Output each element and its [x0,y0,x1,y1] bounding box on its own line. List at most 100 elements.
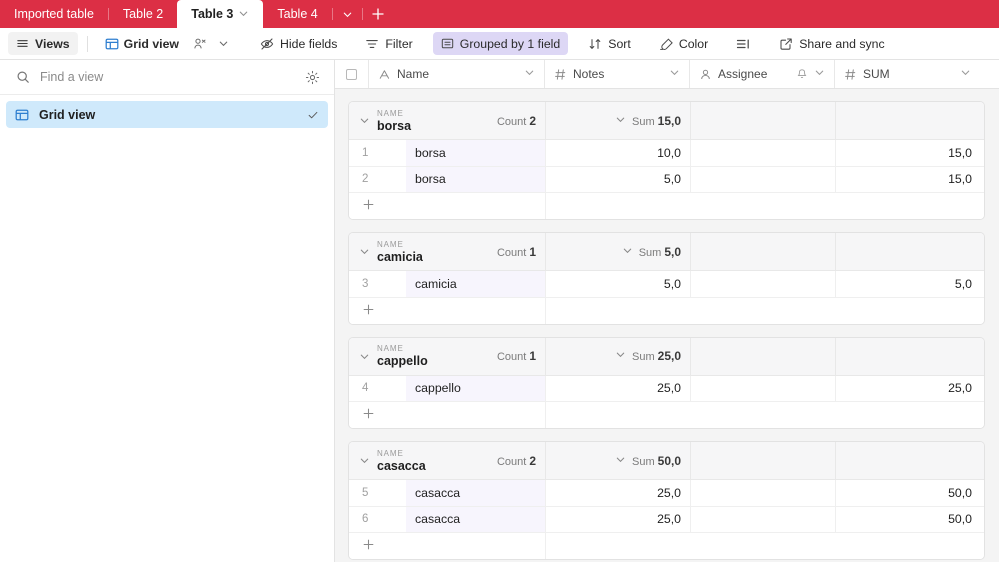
share-and-sync-button[interactable]: Share and sync [771,32,892,55]
filter-button[interactable]: Filter [357,32,420,55]
group-notes-sum: Sum 50,0 [632,453,681,468]
group-collapse-toggle[interactable] [358,246,370,257]
group-sum-summary-cell[interactable] [836,233,981,270]
cell-name[interactable]: camicia [406,271,546,297]
tab-overflow-chevron-icon[interactable] [333,0,362,28]
add-table-button[interactable] [363,0,393,28]
color-label: Color [678,36,709,51]
group-assignee-summary-cell[interactable] [691,337,836,375]
tab-imported-table[interactable]: Imported table [0,0,108,28]
chevron-down-icon[interactable] [960,67,971,81]
group-notes-summary-cell[interactable]: Sum 25,0 [546,337,691,375]
chevron-down-icon[interactable] [615,349,626,363]
filter-label: Filter [385,36,413,51]
cell-sum[interactable]: 15,0 [836,140,981,166]
add-record-button[interactable] [349,193,546,219]
cell-assignee[interactable] [691,140,836,166]
cell-assignee[interactable] [691,506,836,532]
chevron-down-icon[interactable] [615,114,626,128]
group-button[interactable]: Grouped by 1 field [432,32,569,55]
chevron-down-icon[interactable] [814,67,825,81]
table-row[interactable]: 2 borsa 5,0 15,0 [349,166,984,193]
cell-name[interactable]: casacca [406,506,546,532]
grid-scroll-area[interactable]: NAME borsa Count 2 Sum 15,0 1 borsa 10,0 15,0 2 bor… [335,89,999,562]
group-assignee-summary-cell[interactable] [691,442,836,479]
add-row-bar [349,402,984,428]
group-sum-summary-cell[interactable] [836,338,981,375]
sidebar-item-grid-view[interactable]: Grid view [6,101,328,128]
sort-button[interactable]: Sort [580,32,639,55]
view-collaborators-icon[interactable] [189,32,211,55]
cell-notes[interactable]: 25,0 [546,375,691,401]
cell-notes[interactable]: 25,0 [546,480,691,506]
tab-table-3[interactable]: Table 3 [177,0,264,28]
chevron-down-icon[interactable] [238,8,249,21]
group-assignee-summary-cell[interactable] [691,102,836,139]
group-notes-summary-cell[interactable]: Sum 50,0 [546,442,691,479]
row-height-button[interactable] [728,32,759,55]
bell-icon[interactable] [796,68,808,80]
cell-sum[interactable]: 50,0 [836,480,981,506]
hide-fields-label: Hide fields [280,36,338,51]
tab-table-4[interactable]: Table 4 [263,0,331,28]
cell-sum[interactable]: 25,0 [836,376,981,402]
add-record-button[interactable] [349,297,546,324]
group-count: Count 1 [496,349,536,363]
table-row[interactable]: 4 cappello 25,0 25,0 [349,375,984,402]
cell-notes[interactable]: 5,0 [546,166,691,192]
hide-fields-button[interactable]: Hide fields [252,32,345,55]
column-header-sum[interactable]: SUM [835,60,980,88]
gear-icon[interactable] [305,70,320,85]
cell-name[interactable]: cappello [406,375,546,401]
cell-notes[interactable]: 10,0 [546,140,691,166]
group-sum-summary-cell[interactable] [836,442,981,479]
row-number: 3 [362,277,369,290]
add-record-button[interactable] [349,533,546,559]
column-header-notes[interactable]: Notes [545,60,690,88]
cell-assignee[interactable] [691,480,836,506]
grid-area: Name Notes Assignee SUM NAME borsa Count… [335,60,999,562]
group-collapse-toggle[interactable] [358,351,370,362]
cell-notes[interactable]: 5,0 [546,271,691,297]
table-row[interactable]: 1 borsa 10,0 15,0 [349,140,984,167]
chevron-down-icon[interactable] [615,454,626,468]
cell-assignee[interactable] [691,271,836,297]
group-notes-sum: Sum 5,0 [638,244,681,259]
cell-name[interactable]: borsa [406,166,546,192]
cell-assignee[interactable] [691,375,836,401]
select-all-checkbox-cell[interactable] [335,60,369,88]
cell-sum[interactable]: 15,0 [836,167,981,193]
group-sum-summary-cell[interactable] [836,102,981,139]
grid-view-button[interactable]: Grid view [97,32,187,55]
cell-name[interactable]: borsa [406,140,546,166]
views-button[interactable]: Views [8,32,78,55]
group-notes-summary-cell[interactable]: Sum 15,0 [546,102,691,139]
group-value-label: cappello [377,354,428,368]
cell-notes[interactable]: 25,0 [546,506,691,532]
group-count: Count 1 [496,244,536,259]
group-field-label: NAME [377,108,404,118]
cell-assignee[interactable] [691,166,836,192]
tab-table-2[interactable]: Table 2 [109,0,177,28]
chevron-down-icon[interactable] [669,67,680,81]
group-collapse-toggle[interactable] [358,115,370,126]
group-notes-summary-cell[interactable]: Sum 5,0 [546,233,691,270]
cell-sum[interactable]: 50,0 [836,507,981,533]
table-row[interactable]: 3 camicia 5,0 5,0 [349,271,984,298]
add-record-button[interactable] [349,402,546,428]
column-header-assignee[interactable]: Assignee [690,60,835,88]
sidebar-item-label: Grid view [39,107,96,122]
view-menu-chevron-icon[interactable] [213,32,234,55]
group-assignee-summary-cell[interactable] [691,233,836,270]
chevron-down-icon[interactable] [622,245,633,259]
table-row[interactable]: 5 casacca 25,0 50,0 [349,480,984,507]
table-row[interactable]: 6 casacca 25,0 50,0 [349,506,984,533]
color-button[interactable]: Color [651,32,716,55]
chevron-down-icon[interactable] [524,67,535,81]
select-all-checkbox[interactable] [346,68,357,80]
cell-name[interactable]: casacca [406,480,546,506]
find-view-input[interactable] [40,70,295,84]
cell-sum[interactable]: 5,0 [836,271,981,297]
group-collapse-toggle[interactable] [358,455,370,466]
column-header-name[interactable]: Name [369,60,545,88]
